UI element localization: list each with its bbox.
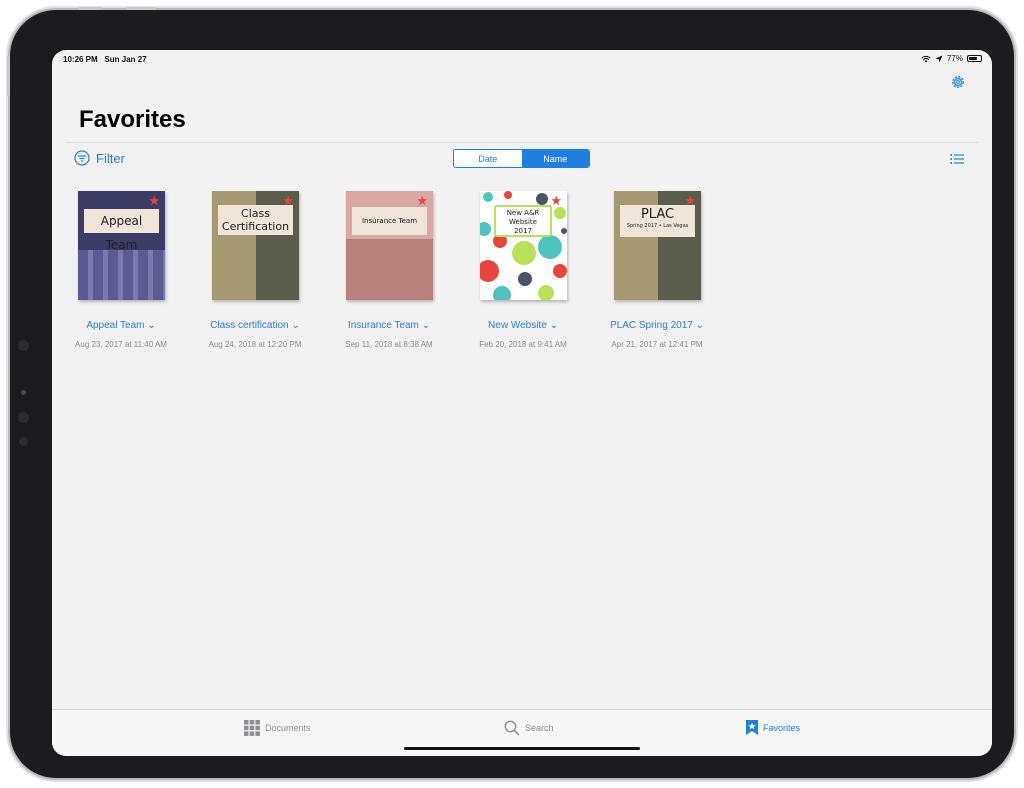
top-button	[126, 7, 156, 10]
document-date: Apr 21, 2017 at 12:41 PM	[611, 340, 703, 349]
tab-documents[interactable]: Documents	[244, 720, 311, 736]
cover-label-line: New A&R	[506, 209, 540, 217]
location-icon	[935, 55, 943, 62]
list-view-icon[interactable]	[950, 153, 964, 165]
grid-icon	[244, 720, 260, 736]
battery-level	[969, 57, 978, 60]
screen: 10:26 PM Sun Jan 27 77% Favorites Filter…	[52, 50, 992, 756]
document-name[interactable]: Insurance Team ⌄	[334, 320, 444, 331]
document-name-text: PLAC Spring 2017	[609, 320, 693, 331]
document-cover[interactable]: Appeal Team ★	[78, 191, 165, 300]
page-title: Favorites	[79, 106, 186, 133]
tab-favorites-label: Favorites	[763, 722, 801, 733]
favorite-star-icon: ★	[282, 193, 294, 208]
tab-bar: Documents Search Favorites	[52, 709, 992, 756]
battery-percent: 77%	[946, 54, 963, 63]
tab-favorites[interactable]: Favorites	[746, 720, 800, 735]
document-name-text: Insurance Team	[347, 320, 419, 331]
document-name-text: New Website	[488, 320, 547, 331]
cover-label: PLAC Spring 2017 • Las Vegas	[620, 205, 695, 237]
chevron-down-icon: ⌄	[549, 320, 558, 331]
tab-search[interactable]: Search	[504, 720, 554, 736]
ipad-frame: 10:26 PM Sun Jan 27 77% Favorites Filter…	[7, 7, 1014, 778]
chevron-down-icon: ⌄	[421, 320, 431, 331]
cover-label: New A&R Website 2017	[494, 205, 552, 237]
cover-subtitle: Spring 2017 • Las Vegas	[626, 223, 689, 229]
sort-date-segment[interactable]: Date	[454, 150, 522, 167]
document-cover[interactable]: New A&R Website 2017 ★	[480, 191, 567, 300]
sort-segmented-control[interactable]: Date Name	[453, 149, 590, 168]
battery-icon	[967, 55, 982, 62]
tab-search-label: Search	[525, 723, 554, 733]
camera-dot	[18, 412, 29, 423]
document-name[interactable]: New Website ⌄	[468, 320, 578, 331]
filter-icon	[74, 150, 90, 166]
cover-title: PLAC	[640, 207, 675, 222]
camera-dot	[18, 340, 29, 351]
wifi-icon	[921, 55, 931, 62]
document-date: Sep 11, 2018 at 8:38 AM	[345, 340, 433, 349]
favorite-star-icon: ★	[550, 193, 562, 208]
chevron-down-icon: ⌄	[291, 320, 300, 331]
cover-label: Appeal Team	[84, 209, 159, 252]
search-icon	[504, 720, 520, 736]
document-date: Aug 23, 2017 at 11:40 AM	[75, 340, 167, 349]
document-cover[interactable]: PLAC Spring 2017 • Las Vegas ★	[614, 191, 701, 300]
filter-label: Filter	[96, 150, 125, 166]
gear-icon[interactable]	[950, 74, 966, 90]
bookmark-star-icon	[746, 720, 758, 735]
cover-label-line: 2017	[514, 227, 532, 235]
chevron-down-icon: ⌄	[695, 320, 704, 331]
document-cover[interactable]: Class Certification ★	[212, 191, 299, 300]
side-button	[7, 56, 10, 96]
filter-button[interactable]: Filter	[74, 150, 125, 166]
document-name[interactable]: Class certification ⌄	[200, 320, 310, 331]
chevron-down-icon: ⌄	[147, 320, 156, 331]
favorite-star-icon: ★	[416, 193, 428, 208]
status-time-date: 10:26 PM Sun Jan 27	[63, 55, 147, 64]
favorite-star-icon: ★	[684, 193, 696, 208]
status-date: Sun Jan 27	[104, 55, 147, 64]
home-indicator[interactable]	[404, 747, 640, 750]
document-date: Aug 24, 2018 at 12:20 PM	[208, 340, 302, 349]
cover-stripes	[78, 250, 165, 300]
document-name[interactable]: Appeal Team ⌄	[66, 320, 176, 331]
document-name[interactable]: PLAC Spring 2017 ⌄	[602, 320, 712, 331]
divider	[66, 142, 978, 143]
document-date: Feb 20, 2018 at 9:41 AM	[479, 340, 567, 349]
cover-label-line: Website	[509, 218, 537, 226]
tab-documents-label: Documents	[265, 723, 311, 733]
document-name-text: Appeal Team	[86, 320, 145, 331]
status-bar: 10:26 PM Sun Jan 27 77%	[52, 50, 992, 68]
cover-label: Class Certification	[218, 205, 293, 235]
camera-dot	[19, 437, 28, 446]
sensor-dot	[21, 390, 26, 395]
status-time: 10:26 PM	[63, 55, 98, 64]
document-name-text: Class certification	[210, 320, 289, 331]
top-button	[78, 7, 102, 10]
cover-label: Insurance Team	[352, 207, 427, 235]
favorite-star-icon: ★	[148, 193, 160, 208]
document-cover[interactable]: Insurance Team ★	[346, 191, 433, 300]
sort-name-segment[interactable]: Name	[521, 150, 589, 167]
